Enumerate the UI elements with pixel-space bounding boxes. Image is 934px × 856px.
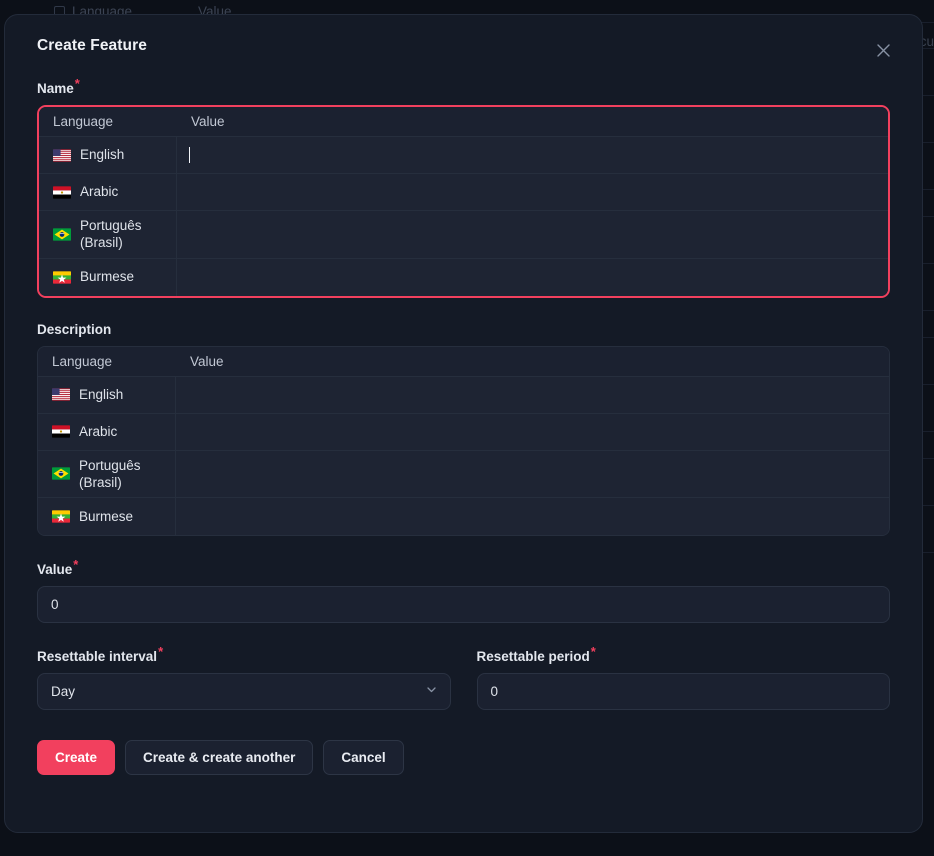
language-name: English xyxy=(79,386,123,403)
language-name: Português (Brasil) xyxy=(80,217,168,252)
value-cell-input[interactable] xyxy=(176,451,889,498)
language-cell: Português (Brasil) xyxy=(39,211,177,258)
resettable-interval-select-wrap: Day xyxy=(37,673,451,710)
name-field-label: Name* xyxy=(37,81,890,96)
table-row: English xyxy=(39,137,888,174)
resettable-interval-label: Resettable interval* xyxy=(37,649,451,664)
value-cell-input[interactable] xyxy=(177,137,888,173)
modal-header: Create Feature xyxy=(5,15,922,71)
text-cursor xyxy=(189,147,190,163)
flag-br-icon xyxy=(52,467,70,480)
language-cell: Burmese xyxy=(38,498,176,535)
table-row: Burmese xyxy=(38,498,889,535)
description-label-text: Description xyxy=(37,322,111,337)
create-button[interactable]: Create xyxy=(37,740,115,775)
value-cell-input[interactable] xyxy=(176,414,889,450)
required-asterisk: * xyxy=(73,557,78,572)
language-name: English xyxy=(80,146,124,163)
name-label-text: Name xyxy=(37,81,74,96)
resettable-period-group: Resettable period* xyxy=(477,649,891,710)
language-name: Arabic xyxy=(79,423,117,440)
language-name: Português (Brasil) xyxy=(79,457,167,492)
resettable-interval-group: Resettable interval* Day xyxy=(37,649,451,710)
language-cell: Burmese xyxy=(39,259,177,296)
flag-mm-icon xyxy=(52,510,70,523)
name-header-language: Language xyxy=(39,114,177,129)
description-table-header: Language Value xyxy=(38,347,889,377)
language-cell: English xyxy=(38,377,176,413)
resettable-interval-selected-value: Day xyxy=(51,684,75,699)
language-name: Burmese xyxy=(80,268,134,285)
table-row: Arabic xyxy=(38,414,889,451)
description-header-language: Language xyxy=(38,354,176,369)
required-asterisk: * xyxy=(75,76,80,91)
name-language-table: Language Value English Arabic Português … xyxy=(37,105,890,298)
modal-body: Name* Language Value English Arabic Port… xyxy=(5,71,922,799)
resettable-period-label-text: Resettable period xyxy=(477,649,590,664)
description-header-value: Value xyxy=(176,354,224,369)
flag-br-icon xyxy=(53,228,71,241)
flag-eg-icon xyxy=(52,425,70,438)
resettable-interval-select[interactable]: Day xyxy=(37,673,451,710)
language-name: Burmese xyxy=(79,508,133,525)
resettable-interval-label-text: Resettable interval xyxy=(37,649,157,664)
value-field-label: Value* xyxy=(37,562,890,577)
table-row: Arabic xyxy=(39,174,888,211)
interval-period-row: Resettable interval* Day Resettable peri… xyxy=(37,649,890,710)
required-asterisk: * xyxy=(591,644,596,659)
name-table-body: English Arabic Português (Brasil) Burmes… xyxy=(39,137,888,296)
description-field-label: Description xyxy=(37,322,890,337)
name-table-header: Language Value xyxy=(39,107,888,137)
flag-us-icon xyxy=(52,388,70,401)
language-cell: Arabic xyxy=(38,414,176,450)
flag-eg-icon xyxy=(53,186,71,199)
description-table-body: English Arabic Português (Brasil) Burmes… xyxy=(38,377,889,536)
resettable-period-input[interactable] xyxy=(477,673,891,710)
value-cell-input[interactable] xyxy=(177,211,888,258)
flag-us-icon xyxy=(53,149,71,162)
table-row: Português (Brasil) xyxy=(39,211,888,259)
table-row: English xyxy=(38,377,889,414)
value-cell-input[interactable] xyxy=(177,259,888,296)
value-cell-input[interactable] xyxy=(176,498,889,535)
table-row: Burmese xyxy=(39,259,888,296)
resettable-period-label: Resettable period* xyxy=(477,649,891,664)
table-row: Português (Brasil) xyxy=(38,451,889,499)
value-cell-input[interactable] xyxy=(176,377,889,413)
create-and-create-another-button[interactable]: Create & create another xyxy=(125,740,313,775)
value-label-text: Value xyxy=(37,562,72,577)
required-asterisk: * xyxy=(158,644,163,659)
description-language-table: Language Value English Arabic Português … xyxy=(37,346,890,537)
language-name: Arabic xyxy=(80,183,118,200)
flag-mm-icon xyxy=(53,271,71,284)
create-feature-modal: Create Feature Name* Language Value Engl… xyxy=(4,14,923,833)
cancel-button[interactable]: Cancel xyxy=(323,740,403,775)
modal-title: Create Feature xyxy=(37,37,890,55)
language-cell: Português (Brasil) xyxy=(38,451,176,498)
modal-footer: Create Create & create another Cancel xyxy=(37,740,890,799)
value-input[interactable] xyxy=(37,586,890,623)
name-header-value: Value xyxy=(177,114,225,129)
value-cell-input[interactable] xyxy=(177,174,888,210)
language-cell: English xyxy=(39,137,177,173)
language-cell: Arabic xyxy=(39,174,177,210)
close-icon[interactable] xyxy=(868,35,898,65)
